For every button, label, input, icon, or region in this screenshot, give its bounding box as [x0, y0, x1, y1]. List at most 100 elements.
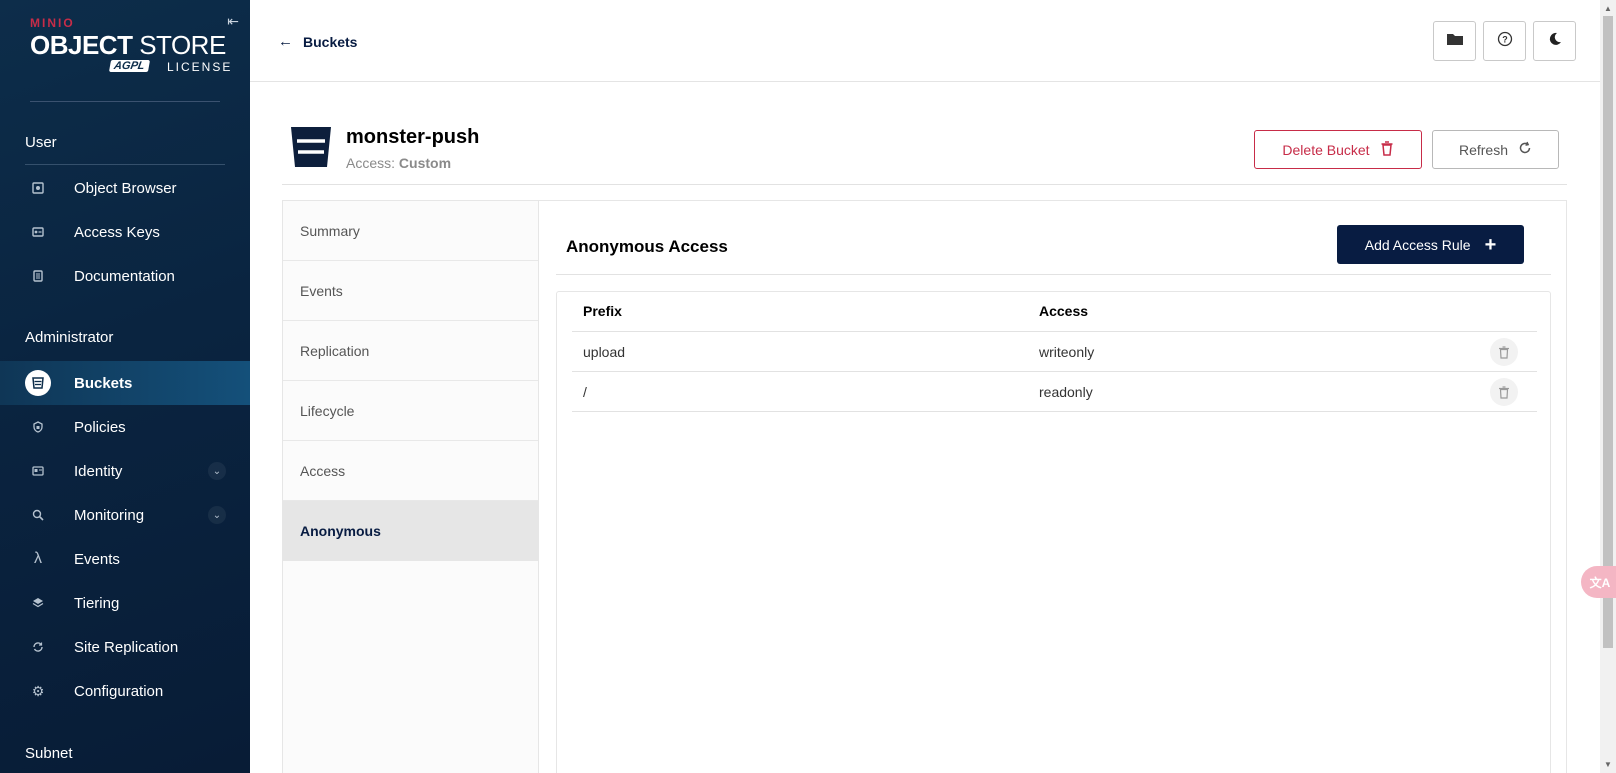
key-card-icon: [25, 219, 51, 245]
translate-icon: 文A: [1589, 575, 1611, 590]
help-button[interactable]: ?: [1483, 21, 1526, 61]
folder-icon: [1446, 31, 1464, 51]
sidebar-item-monitoring[interactable]: Monitoring ⌄: [0, 493, 250, 537]
sidebar-item-events[interactable]: λ Events: [0, 537, 250, 581]
table-row[interactable]: upload writeonly: [572, 332, 1537, 372]
tab-summary[interactable]: Summary: [283, 201, 538, 261]
sidebar-item-label: Identity: [74, 462, 123, 480]
bucket-access-summary: Access: Custom: [346, 155, 452, 171]
user-section-divider: [25, 164, 225, 165]
anonymous-access-content: Anonymous Access Add Access Rule + Prefi…: [540, 201, 1566, 773]
layers-icon: [25, 590, 51, 616]
tab-access[interactable]: Access: [283, 441, 538, 501]
section-title: Anonymous Access: [566, 237, 728, 256]
subnet-section-label: Subnet: [25, 745, 73, 762]
sidebar-item-site-replication[interactable]: Site Replication: [0, 625, 250, 669]
access-rules-table: Prefix Access upload writeonly / readonl…: [556, 291, 1551, 773]
top-bar: ← Buckets ?: [250, 0, 1600, 82]
header-divider: [282, 184, 1567, 185]
logo-product-text: OBJECT STORE: [30, 30, 226, 60]
row-access: writeonly: [1039, 344, 1095, 360]
column-header-prefix[interactable]: Prefix: [583, 303, 622, 319]
back-to-buckets-link[interactable]: ← Buckets: [278, 33, 357, 50]
object-browser-button[interactable]: [1433, 21, 1476, 61]
trash-icon: [1499, 345, 1509, 359]
delete-bucket-button[interactable]: Delete Bucket: [1254, 130, 1422, 169]
sidebar-item-buckets[interactable]: Buckets: [0, 361, 250, 405]
tab-replication[interactable]: Replication: [283, 321, 538, 381]
scroll-up-arrow-icon[interactable]: ▲: [1604, 4, 1612, 13]
row-prefix: /: [583, 384, 587, 400]
magnifier-chart-icon: [25, 502, 51, 528]
sidebar-item-label: Monitoring: [74, 506, 145, 524]
translate-widget-button[interactable]: 文A: [1581, 566, 1616, 598]
refresh-button[interactable]: Refresh: [1432, 130, 1559, 169]
user-section-label: User: [25, 134, 57, 151]
delete-bucket-label: Delete Bucket: [1282, 141, 1370, 158]
sidebar: ⇤ MINIO OBJECT STORE AGPL LICENSE User O…: [0, 0, 250, 773]
delete-rule-button[interactable]: [1490, 338, 1518, 366]
sidebar-item-label: Policies: [74, 418, 126, 436]
tab-lifecycle[interactable]: Lifecycle: [283, 381, 538, 441]
chevron-down-icon[interactable]: ⌄: [208, 462, 226, 480]
gear-icon: ⚙: [31, 682, 45, 699]
logo-divider: [30, 101, 220, 102]
bucket-header-icon: [290, 125, 332, 169]
table-header: Prefix Access: [572, 292, 1537, 332]
administrator-section-label: Administrator: [25, 329, 114, 346]
add-access-rule-label: Add Access Rule: [1364, 236, 1471, 253]
scroll-down-arrow-icon[interactable]: ▼: [1604, 760, 1612, 769]
trash-icon: [1499, 385, 1509, 399]
bucket-name: monster-push: [346, 126, 480, 148]
row-prefix: upload: [583, 344, 626, 360]
section-divider: [556, 274, 1551, 275]
chevron-down-icon[interactable]: ⌄: [208, 506, 226, 524]
sidebar-item-label: Object Browser: [74, 179, 177, 197]
column-header-access[interactable]: Access: [1039, 303, 1088, 319]
logo-minio-text: MINIO: [30, 16, 75, 30]
object-browser-icon: [25, 175, 51, 201]
row-access: readonly: [1039, 384, 1093, 400]
id-card-icon: [25, 458, 51, 484]
lambda-icon: λ: [34, 550, 42, 567]
sidebar-item-label: Site Replication: [74, 638, 179, 656]
scrollbar-thumb[interactable]: [1603, 16, 1613, 648]
refresh-icon: [1518, 141, 1532, 158]
sidebar-item-label: Buckets: [74, 374, 133, 392]
back-link-label: Buckets: [303, 33, 358, 50]
sidebar-item-label: Tiering: [74, 594, 120, 612]
sidebar-item-label: Events: [74, 550, 120, 568]
sidebar-item-label: Access Keys: [74, 223, 160, 241]
plus-icon: +: [1484, 233, 1497, 256]
license-text: LICENSE: [167, 60, 233, 74]
bucket-access-value: Custom: [398, 155, 452, 171]
bucket-icon: [25, 370, 51, 396]
dark-mode-toggle[interactable]: [1533, 21, 1576, 61]
bucket-settings-tabs: Summary Events Replication Lifecycle Acc…: [283, 201, 539, 773]
trash-icon: [1380, 140, 1394, 159]
sidebar-item-access-keys[interactable]: Access Keys: [0, 210, 250, 254]
tab-anonymous[interactable]: Anonymous: [283, 501, 538, 561]
sidebar-item-documentation[interactable]: Documentation: [0, 254, 250, 298]
add-access-rule-button[interactable]: Add Access Rule +: [1337, 225, 1524, 264]
docs-icon: [25, 263, 51, 289]
sidebar-item-label: Configuration: [74, 682, 164, 700]
arrow-left-icon: ←: [278, 33, 293, 50]
sidebar-item-label: Documentation: [74, 267, 175, 285]
tab-events[interactable]: Events: [283, 261, 538, 321]
minio-logo: MINIO OBJECT STORE AGPL LICENSE: [30, 16, 230, 78]
sidebar-item-configuration[interactable]: ⚙ Configuration: [0, 669, 250, 713]
sidebar-item-object-browser[interactable]: Object Browser: [0, 166, 250, 210]
dark-mode-icon: [1547, 31, 1563, 51]
shield-lock-icon: [25, 414, 51, 440]
table-row[interactable]: / readonly: [572, 372, 1537, 412]
sidebar-item-tiering[interactable]: Tiering: [0, 581, 250, 625]
delete-rule-button[interactable]: [1490, 378, 1518, 406]
sidebar-item-identity[interactable]: Identity ⌄: [0, 449, 250, 493]
svg-text:?: ?: [1502, 35, 1508, 45]
sidebar-item-policies[interactable]: Policies: [0, 405, 250, 449]
agpl-badge: AGPL: [108, 60, 150, 72]
refresh-label: Refresh: [1458, 141, 1509, 158]
sync-icon: [25, 634, 51, 660]
bucket-settings-panel: Summary Events Replication Lifecycle Acc…: [282, 200, 1567, 773]
